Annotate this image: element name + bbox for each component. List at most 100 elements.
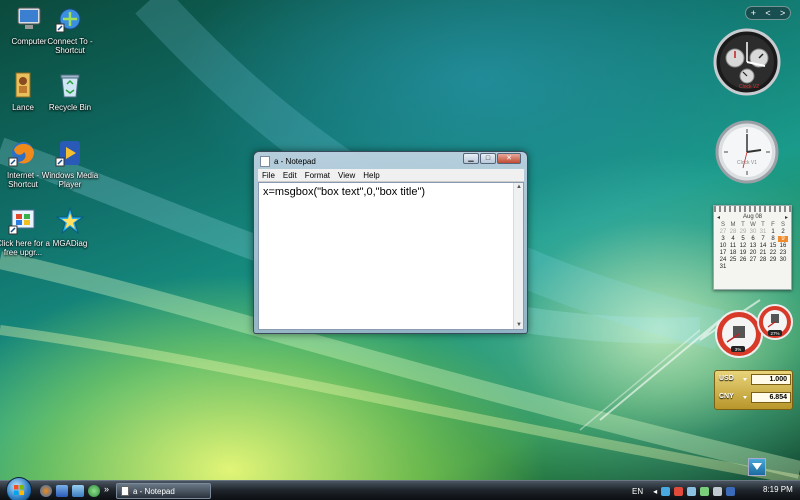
taskbar-item-notepad[interactable]: a - Notepad xyxy=(116,483,211,499)
calendar-day[interactable]: 27 xyxy=(718,229,728,235)
calendar-prev-button[interactable]: ◂ xyxy=(717,214,720,221)
calendar-day[interactable]: 28 xyxy=(758,257,768,263)
language-indicator[interactable]: EN xyxy=(632,487,643,496)
calendar-day[interactable]: 23 xyxy=(778,250,788,256)
calendar-day[interactable]: 19 xyxy=(738,250,748,256)
desktop-icon-label: MGADiag xyxy=(52,239,88,248)
sidebar-prev-button[interactable]: < xyxy=(765,8,770,18)
show-more-button[interactable]: » xyxy=(104,484,109,494)
notepad-title: a - Notepad xyxy=(274,156,316,166)
menu-help[interactable]: Help xyxy=(359,171,383,180)
currency-gadget[interactable]: USD 1.000 CNY 6.854 xyxy=(714,370,793,410)
computer-icon xyxy=(17,7,41,29)
calendar-day xyxy=(728,264,738,270)
clock-gadget-dark[interactable]: Clock V2 xyxy=(713,28,781,96)
calendar-day[interactable]: 26 xyxy=(738,257,748,263)
calendar-gadget[interactable]: ◂ Aug 08 ▸ S M T W T F S 27 28 29 30 31 1 2 3 4 5 6 7 8 9 10 1… xyxy=(713,205,792,290)
calendar-day[interactable]: 8 xyxy=(768,236,778,242)
calendar-day xyxy=(758,264,768,270)
vertical-scrollbar[interactable]: ▲ ▼ xyxy=(513,183,523,329)
taskbar: » a - Notepad EN ◂ 8:19 PM xyxy=(0,477,800,500)
calendar-day[interactable]: 20 xyxy=(748,250,758,256)
calendar-day[interactable]: 9 xyxy=(778,236,788,242)
calendar-day[interactable]: 30 xyxy=(778,257,788,263)
calendar-day[interactable]: 22 xyxy=(768,250,778,256)
tray-expand-icon[interactable]: ◂ xyxy=(653,487,657,496)
calendar-day[interactable]: 7 xyxy=(758,236,768,242)
taskbar-clock[interactable]: 8:19 PM xyxy=(763,485,793,494)
safely-remove-icon[interactable] xyxy=(713,486,723,496)
calendar-day[interactable]: 15 xyxy=(768,243,778,249)
menu-edit[interactable]: Edit xyxy=(279,171,301,180)
calendar-day[interactable]: 12 xyxy=(738,243,748,249)
taskbar-item-label: a - Notepad xyxy=(133,486,175,496)
calendar-weekday: M xyxy=(730,222,736,228)
network-icon[interactable] xyxy=(661,486,671,496)
sidebar-tile-gadget[interactable] xyxy=(748,458,766,476)
calendar-day[interactable]: 13 xyxy=(748,243,758,249)
calendar-rings xyxy=(714,206,791,212)
chevron-down-icon xyxy=(743,396,747,399)
calendar-day[interactable]: 14 xyxy=(758,243,768,249)
calendar-day[interactable]: 29 xyxy=(768,257,778,263)
calendar-day[interactable]: 17 xyxy=(718,250,728,256)
calendar-day[interactable]: 21 xyxy=(758,250,768,256)
clock-gadget-white[interactable]: Clock V1 xyxy=(715,120,779,184)
calendar-day[interactable]: 31 xyxy=(758,229,768,235)
show-desktop-icon[interactable] xyxy=(56,485,68,497)
media-player-icon xyxy=(55,141,80,167)
sidebar-next-button[interactable]: > xyxy=(780,8,785,18)
power-icon[interactable] xyxy=(700,486,710,496)
desktop-icon-media-player[interactable]: Windows Media Player xyxy=(41,138,99,189)
notepad-text-area[interactable]: x=msgbox("box text",0,"box title") ▲ ▼ xyxy=(258,182,524,330)
desktop-icon-recycle-bin[interactable]: Recycle Bin xyxy=(41,70,99,112)
calendar-day[interactable]: 6 xyxy=(748,236,758,242)
minimize-button[interactable]: ▁ xyxy=(463,153,479,164)
currency-to-code[interactable]: CNY xyxy=(719,393,734,400)
desktop-icon-label: Recycle Bin xyxy=(48,103,92,112)
calendar-day[interactable]: 1 xyxy=(768,229,778,235)
notepad-window[interactable]: a - Notepad ▁ □ ✕ File Edit Format View … xyxy=(253,151,528,334)
firefox-quicklaunch-icon[interactable] xyxy=(40,485,52,497)
calendar-day[interactable]: 25 xyxy=(728,257,738,263)
calendar-weekday: S xyxy=(780,222,785,228)
desktop-icon-connect-to[interactable]: Connect To - Shortcut xyxy=(41,4,99,55)
close-button[interactable]: ✕ xyxy=(497,153,521,164)
calendar-day[interactable]: 28 xyxy=(728,229,738,235)
security-icon[interactable] xyxy=(674,486,684,496)
calendar-day[interactable]: 24 xyxy=(718,257,728,263)
notepad-menubar: File Edit Format View Help xyxy=(258,169,524,182)
calendar-day[interactable]: 4 xyxy=(728,236,738,242)
media-quicklaunch-icon[interactable] xyxy=(88,485,100,497)
calendar-next-button[interactable]: ▸ xyxy=(785,214,788,221)
menu-format[interactable]: Format xyxy=(301,171,334,180)
menu-file[interactable]: File xyxy=(258,171,279,180)
desktop-icon-mgadiag[interactable]: MGADiag xyxy=(41,206,99,248)
currency-to-value[interactable]: 6.854 xyxy=(751,392,791,403)
update-icon[interactable] xyxy=(726,486,736,496)
calendar-day[interactable]: 11 xyxy=(728,243,738,249)
calendar-day[interactable]: 16 xyxy=(778,243,788,249)
start-button[interactable] xyxy=(6,477,32,500)
sidebar-add-button[interactable]: + xyxy=(751,8,756,18)
calendar-day[interactable]: 29 xyxy=(738,229,748,235)
calendar-day[interactable]: 2 xyxy=(778,229,788,235)
calendar-day[interactable]: 31 xyxy=(718,264,728,270)
cpu-meter-gadget[interactable]: 3% 27% xyxy=(713,300,793,360)
switch-windows-icon[interactable] xyxy=(72,485,84,497)
notepad-icon xyxy=(121,486,129,496)
maximize-button[interactable]: □ xyxy=(480,153,496,164)
calendar-day[interactable]: 3 xyxy=(718,236,728,242)
volume-icon[interactable] xyxy=(687,486,697,496)
currency-from-value[interactable]: 1.000 xyxy=(751,374,791,385)
calendar-day[interactable]: 10 xyxy=(718,243,728,249)
currency-from-code[interactable]: USD xyxy=(719,375,734,382)
calendar-day[interactable]: 30 xyxy=(748,229,758,235)
calendar-day[interactable]: 27 xyxy=(748,257,758,263)
scroll-down-icon[interactable]: ▼ xyxy=(516,322,522,328)
calendar-day[interactable]: 5 xyxy=(738,236,748,242)
calendar-day[interactable]: 18 xyxy=(728,250,738,256)
scroll-up-icon[interactable]: ▲ xyxy=(516,184,522,190)
notepad-titlebar[interactable]: a - Notepad xyxy=(260,155,316,167)
menu-view[interactable]: View xyxy=(334,171,359,180)
